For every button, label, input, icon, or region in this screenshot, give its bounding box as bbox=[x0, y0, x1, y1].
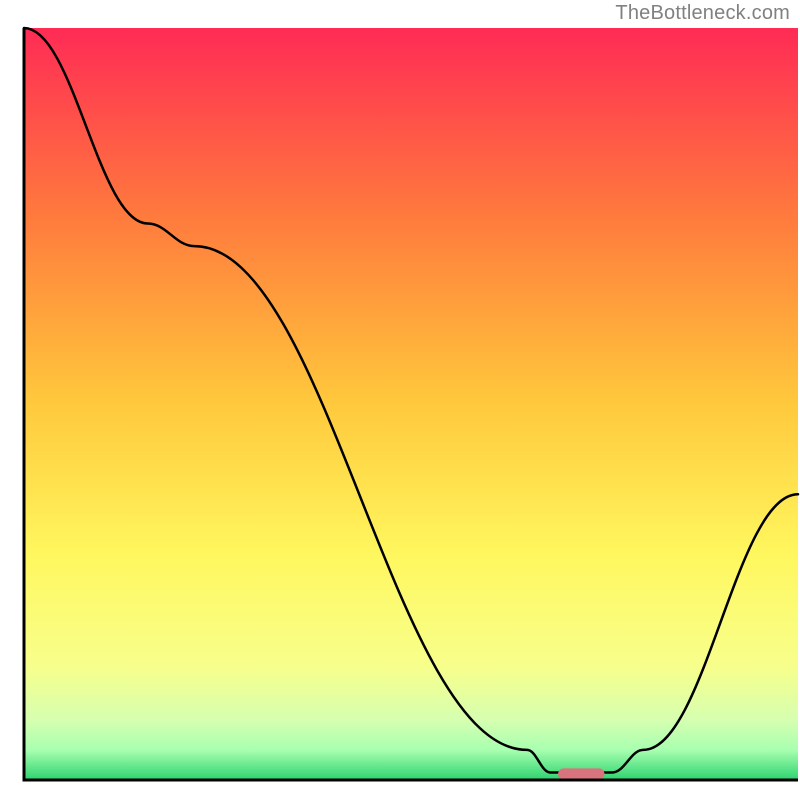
watermark-text: TheBottleneck.com bbox=[615, 2, 790, 25]
chart-background bbox=[24, 28, 798, 780]
bottleneck-chart bbox=[0, 0, 800, 800]
chart-container: TheBottleneck.com bbox=[0, 0, 800, 800]
optimal-marker bbox=[558, 768, 604, 779]
